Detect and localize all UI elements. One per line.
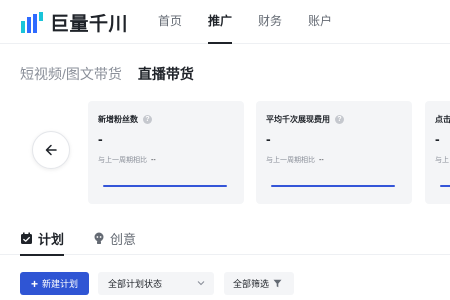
metric-card[interactable]: 点击 - 与上 (425, 101, 450, 204)
metric-compare-label: 与上一周期相比 (266, 157, 315, 164)
new-plan-button[interactable]: + 新建计划 (20, 272, 89, 295)
metric-indicator-bar (440, 185, 450, 187)
plan-status-value: 全部计划状态 (108, 279, 163, 289)
metric-title: 平均千次展现费用 (266, 115, 330, 124)
tab-creative[interactable]: 创意 (93, 229, 136, 248)
tab-plan-label: 计划 (38, 232, 65, 247)
metric-value: - (266, 131, 271, 147)
tab-creative-label: 创意 (110, 232, 137, 247)
main-nav: 首页 推广 财务 账户 (158, 0, 358, 44)
carousel-prev-button[interactable] (32, 131, 70, 169)
nav-promotion[interactable]: 推广 (208, 0, 233, 44)
metric-compare: 与上一周期相比 -- (266, 155, 324, 165)
filter-funnel-icon (273, 279, 282, 288)
metric-value: - (435, 131, 440, 147)
arrow-left-icon (45, 144, 57, 156)
metric-title: 点击 (435, 115, 450, 124)
help-icon[interactable]: ? (335, 115, 344, 124)
brand-logo[interactable]: 巨量千川 (20, 9, 128, 36)
metric-compare: 与上 (435, 155, 449, 165)
metric-compare-value: -- (151, 157, 156, 164)
page-tabs: 短视频/图文带货 直播带货 (20, 64, 194, 84)
metric-indicator-bar (103, 185, 227, 187)
nav-home[interactable]: 首页 (158, 0, 182, 44)
lightbulb-icon (94, 232, 104, 244)
metric-compare-label: 与上 (435, 157, 449, 164)
top-navigation-bar: 巨量千川 首页 推广 财务 账户 (0, 0, 450, 44)
nav-finance[interactable]: 财务 (258, 0, 282, 44)
metrics-carousel: 新增粉丝数 ? - 与上一周期相比 -- 平均千次展现费用 ? - 与上一周期相比… (88, 101, 450, 204)
metric-indicator-bar (271, 185, 395, 187)
tab-short-video[interactable]: 短视频/图文带货 (20, 64, 122, 84)
metric-card[interactable]: 新增粉丝数 ? - 与上一周期相比 -- (88, 101, 244, 204)
metric-title-row: 平均千次展现费用 ? (266, 114, 344, 125)
calendar-check-icon (21, 232, 32, 244)
chevron-down-icon (197, 281, 205, 286)
filter-label: 全部筛选 (233, 279, 270, 289)
metric-title: 新增粉丝数 (98, 115, 138, 124)
metric-compare-label: 与上一周期相比 (98, 157, 147, 164)
nav-account[interactable]: 账户 (308, 0, 332, 44)
metric-title-row: 点击 (435, 114, 450, 125)
metric-compare-value: -- (319, 157, 324, 164)
metric-compare: 与上一周期相比 -- (98, 155, 156, 165)
qianchuan-logo-icon (21, 11, 43, 33)
metric-title-row: 新增粉丝数 ? (98, 114, 152, 125)
filter-button[interactable]: 全部筛选 (224, 272, 294, 295)
metric-card[interactable]: 平均千次展现费用 ? - 与上一周期相比 -- (256, 101, 412, 204)
help-icon[interactable]: ? (143, 115, 152, 124)
tab-plan[interactable]: 计划 (20, 229, 65, 256)
brand-name: 巨量千川 (50, 14, 129, 35)
metric-value: - (98, 131, 103, 147)
tab-live-stream[interactable]: 直播带货 (138, 64, 194, 84)
new-plan-label: 新建计划 (42, 279, 79, 289)
plus-icon: + (30, 276, 38, 291)
list-subtabs: 计划 创意 (0, 223, 450, 256)
plan-status-select[interactable]: 全部计划状态 (98, 272, 214, 295)
